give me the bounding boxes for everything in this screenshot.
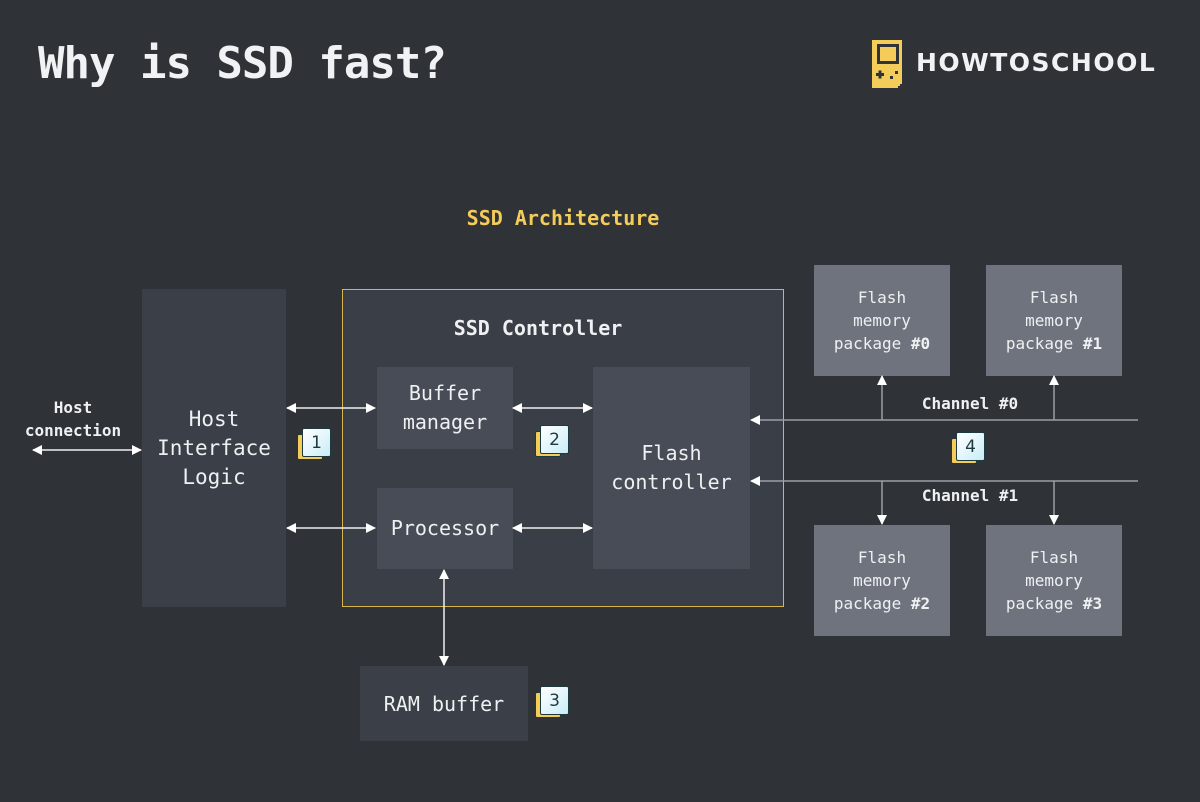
badge-4: 4 xyxy=(951,432,985,466)
connection-arrows xyxy=(32,375,1138,666)
badge-1: 1 xyxy=(297,428,331,462)
badge-3: 3 xyxy=(535,686,569,720)
badge-2: 2 xyxy=(535,425,569,459)
